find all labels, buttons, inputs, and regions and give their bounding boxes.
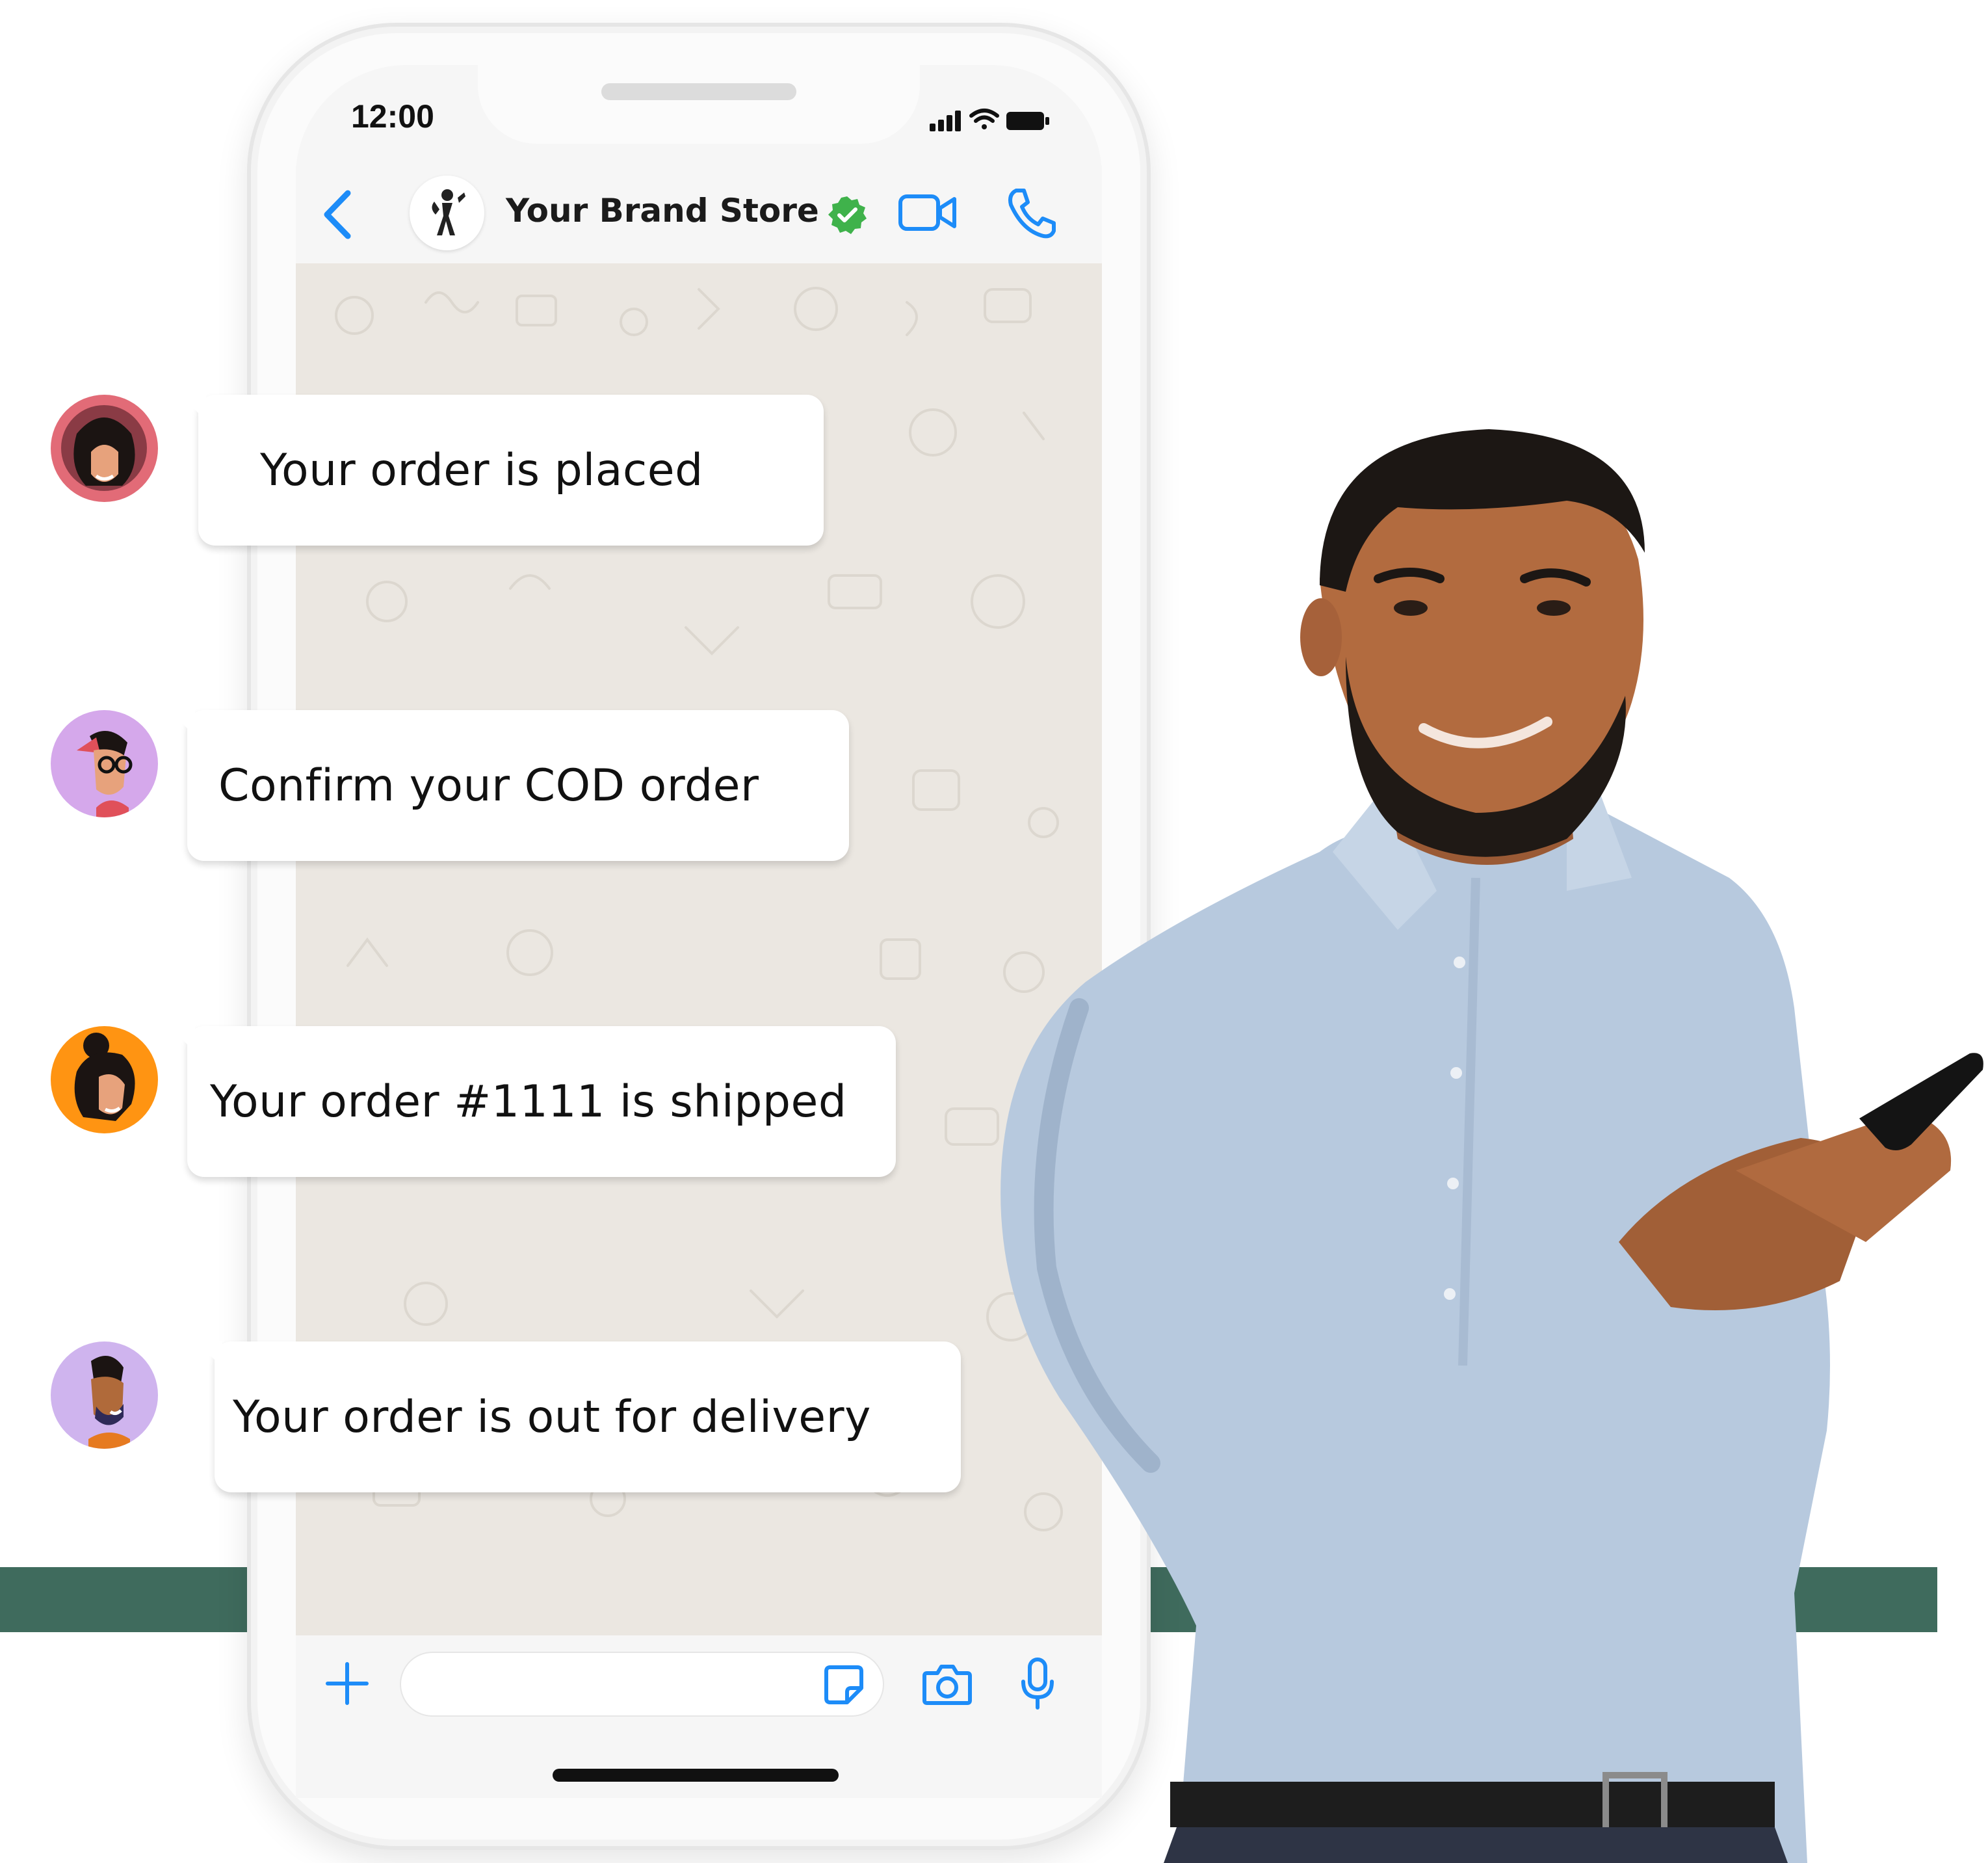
brand-avatar[interactable] (410, 176, 484, 250)
customer-avatar (51, 1341, 158, 1449)
message-bubble: Confirm your COD order (169, 710, 849, 861)
customer-avatar (51, 395, 158, 502)
message-bubble: Your order is out for delivery (196, 1341, 961, 1492)
plus-icon[interactable] (324, 1660, 371, 1707)
phone-notch (478, 62, 920, 144)
message-text: Your order is out for delivery (233, 1391, 871, 1443)
man-beard-avatar-icon (88, 1356, 130, 1449)
message-bubble: Your order is placed (180, 395, 824, 546)
man-glasses-avatar-icon (77, 731, 133, 817)
signal-icon (930, 111, 961, 131)
video-call-icon[interactable] (897, 189, 959, 237)
home-indicator (553, 1769, 839, 1782)
camera-icon[interactable] (922, 1661, 973, 1707)
message-text: Your order #1111 is shipped (210, 1076, 847, 1128)
battery-icon (1006, 112, 1049, 130)
message-input[interactable] (400, 1652, 884, 1717)
wifi-icon (969, 109, 999, 129)
phone-call-icon[interactable] (1004, 185, 1056, 241)
sticker-icon[interactable] (822, 1663, 865, 1706)
back-chevron-icon[interactable] (315, 185, 361, 244)
woman-bun-avatar-icon (74, 1033, 135, 1121)
customer-avatar (51, 1026, 158, 1133)
message-text: Your order is placed (260, 444, 703, 496)
chat-title[interactable]: Your Brand Store (506, 192, 819, 230)
status-bar-time: 12:00 (351, 98, 434, 135)
message-bubble: Your order #1111 is shipped (169, 1026, 896, 1177)
marketing-canvas: 12:00 Your Brand Store Your order is pla… (0, 0, 1988, 1863)
smiling-man-with-phone-image (1001, 429, 1983, 1863)
message-text: Confirm your COD order (218, 760, 759, 812)
brand-logo-icon (432, 189, 465, 235)
woman-avatar-icon (61, 405, 147, 491)
verified-badge-icon (828, 196, 867, 234)
phone-speaker (601, 83, 796, 100)
customer-avatar (51, 710, 158, 817)
status-bar-icons (930, 109, 1049, 131)
